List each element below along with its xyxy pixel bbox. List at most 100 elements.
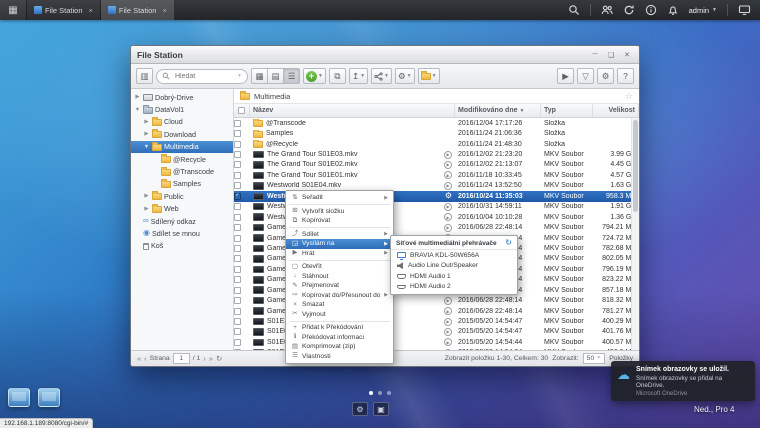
desktop-shortcut-1[interactable]: [8, 388, 30, 407]
vertical-scrollbar[interactable]: [631, 118, 639, 350]
minimize-button[interactable]: ─: [589, 49, 601, 60]
table-row[interactable]: @Transcode2016/12/04 17:17:26Složka: [234, 118, 639, 128]
copy-button[interactable]: ⧉: [329, 68, 346, 84]
column-modified[interactable]: Modifikováno dne▼: [455, 104, 541, 117]
play-circle-icon[interactable]: ▶: [444, 151, 452, 159]
menu-item-vys-l-m-na[interactable]: ◲Vysílám na▶: [286, 239, 393, 249]
play-circle-icon[interactable]: ▶: [444, 318, 452, 326]
row-checkbox[interactable]: [234, 141, 241, 148]
play-circle-icon[interactable]: ▶: [444, 338, 452, 346]
create-button[interactable]: +▼: [303, 68, 326, 84]
main-menu-button[interactable]: ▦: [0, 0, 27, 20]
help-button[interactable]: ?: [617, 68, 634, 84]
menu-item-p-ejmenovat[interactable]: ✎Přejmenovat: [286, 281, 393, 291]
sidebar-item-cloud[interactable]: ▶Cloud: [131, 116, 233, 128]
menu-item-otev-t[interactable]: ▢Otevřít: [286, 262, 393, 272]
row-checkbox[interactable]: [234, 276, 241, 283]
table-row[interactable]: @Recycle2016/11/24 21:48:30Složka: [234, 139, 639, 149]
more-actions-button[interactable]: ▼: [418, 68, 440, 84]
share-users-icon[interactable]: [601, 4, 613, 16]
sidebar-item-datavol1[interactable]: ▼DataVol1: [131, 103, 233, 115]
desktop-switch-icon[interactable]: [738, 4, 751, 16]
smart-filter-button[interactable]: ▽: [577, 68, 594, 84]
row-checkbox[interactable]: [234, 120, 241, 127]
table-row[interactable]: The Grand Tour S01E03.mkv▶2016/12/02 21:…: [234, 149, 639, 159]
search-box[interactable]: ▼: [156, 69, 248, 84]
window-titlebar[interactable]: File Station ─ ❑ ✕: [131, 46, 639, 64]
menu-item-st-hnout[interactable]: ↓Stáhnout: [286, 272, 393, 282]
play-circle-icon[interactable]: ▶: [444, 213, 452, 221]
menu-item-kop-rovat[interactable]: ⧉Kopírovat: [286, 216, 393, 226]
row-checkbox[interactable]: [234, 151, 241, 158]
row-checkbox[interactable]: [234, 193, 241, 200]
page-size-select[interactable]: 50▼: [583, 353, 606, 364]
expand-arrow-icon[interactable]: ▼: [134, 107, 141, 113]
menu-item-vytvo-it-slo-ku[interactable]: ⊞Vytvořit složku: [286, 207, 393, 217]
list-view-button[interactable]: ▤: [267, 68, 284, 84]
media-viewer-button[interactable]: ▶: [557, 68, 574, 84]
play-circle-icon[interactable]: ▶: [444, 182, 452, 190]
expand-arrow-icon[interactable]: ▶: [143, 206, 150, 212]
row-checkbox[interactable]: [234, 235, 241, 242]
search-icon[interactable]: [568, 4, 580, 16]
taskbar-tab[interactable]: File Station×: [101, 0, 175, 20]
sidebar-item-multimedia[interactable]: ▼Multimedia: [131, 141, 233, 153]
sidebar-item-public[interactable]: ▶Public: [131, 190, 233, 202]
cast-device-audio-line-out-speaker[interactable]: Audio Line Out/Speaker: [391, 261, 517, 272]
expand-arrow-icon[interactable]: ▶: [143, 131, 150, 137]
menu-item-se-adit[interactable]: ⇅Seřadit▶: [286, 193, 393, 203]
play-circle-icon[interactable]: ▶: [444, 307, 452, 315]
cast-device-bravia-kdl-50w656a[interactable]: BRAVIA KDL-50W656A: [391, 250, 517, 261]
toggle-tree-button[interactable]: ▥: [136, 68, 153, 84]
breadcrumb[interactable]: Multimedia ☆: [234, 89, 639, 104]
table-row[interactable]: The Grand Tour S01E01.mkv▶2016/11/18 10:…: [234, 170, 639, 180]
thumbnail-view-button[interactable]: ▦: [251, 68, 268, 84]
expand-arrow-icon[interactable]: ▶: [143, 193, 150, 199]
tab-close-icon[interactable]: ×: [89, 6, 93, 15]
cast-device-hdmi-audio-2[interactable]: HDMI Audio 2: [391, 282, 517, 293]
taskbar-tab[interactable]: File Station×: [27, 0, 101, 20]
menu-item-sd-let[interactable]: ⤴Sdílet▶: [286, 230, 393, 240]
row-checkbox[interactable]: [234, 172, 241, 179]
row-checkbox[interactable]: [234, 339, 241, 346]
play-circle-icon[interactable]: ▶: [444, 203, 452, 211]
row-checkbox[interactable]: [234, 297, 241, 304]
tab-close-icon[interactable]: ×: [162, 6, 166, 15]
close-button[interactable]: ✕: [621, 49, 633, 60]
first-page-button[interactable]: «: [137, 354, 141, 363]
last-page-button[interactable]: »: [209, 354, 213, 363]
notification-toast[interactable]: ☁ Snímek obrazovky se uložil. Snímek obr…: [611, 361, 755, 401]
sidebar-item-download[interactable]: ▶Download: [131, 128, 233, 140]
dashboard-button[interactable]: ▣: [373, 402, 389, 416]
play-circle-icon[interactable]: ▶: [444, 349, 452, 350]
scrollbar-thumb[interactable]: [633, 120, 638, 212]
prev-page-button[interactable]: ‹: [144, 354, 147, 363]
select-all-checkbox[interactable]: [238, 107, 245, 114]
play-circle-icon[interactable]: ▶: [444, 161, 452, 169]
maximize-button[interactable]: ❑: [605, 49, 617, 60]
refresh-button[interactable]: ↻: [216, 354, 222, 363]
row-checkbox[interactable]: [234, 224, 241, 231]
row-checkbox[interactable]: [234, 203, 241, 210]
expand-arrow-icon[interactable]: ▼: [143, 144, 150, 150]
desktop-page-dot[interactable]: [378, 391, 382, 395]
quick-settings-button[interactable]: ⚙: [352, 402, 368, 416]
upload-button[interactable]: ↥▼: [349, 68, 368, 84]
desktop-page-dot[interactable]: [369, 391, 373, 395]
table-row[interactable]: Samples2016/11/24 21:06:36Složka: [234, 128, 639, 138]
sidebar-item-transcode[interactable]: @Transcode: [131, 165, 233, 177]
cast-device-hdmi-audio-1[interactable]: HDMI Audio 1: [391, 271, 517, 282]
menu-item-smazat[interactable]: ×Smazat: [286, 300, 393, 310]
menu-item-vlastnosti[interactable]: ☰Vlastnosti: [286, 352, 393, 362]
expand-arrow-icon[interactable]: ▶: [134, 94, 141, 100]
share-button[interactable]: ▼: [371, 68, 392, 84]
table-row[interactable]: The Grand Tour S01E02.mkv▶2016/12/02 21:…: [234, 160, 639, 170]
notifications-icon[interactable]: [667, 4, 679, 16]
desktop-page-dot[interactable]: [387, 391, 391, 395]
next-page-button[interactable]: ›: [203, 354, 206, 363]
transcode-gear-icon[interactable]: ⚙: [445, 192, 452, 200]
detail-view-button[interactable]: ☰: [283, 68, 300, 84]
menu-item-hr-t[interactable]: ▶Hrát▶: [286, 249, 393, 259]
refresh-devices-icon[interactable]: ↻: [505, 239, 512, 247]
admin-menu[interactable]: admin▼: [689, 6, 717, 15]
